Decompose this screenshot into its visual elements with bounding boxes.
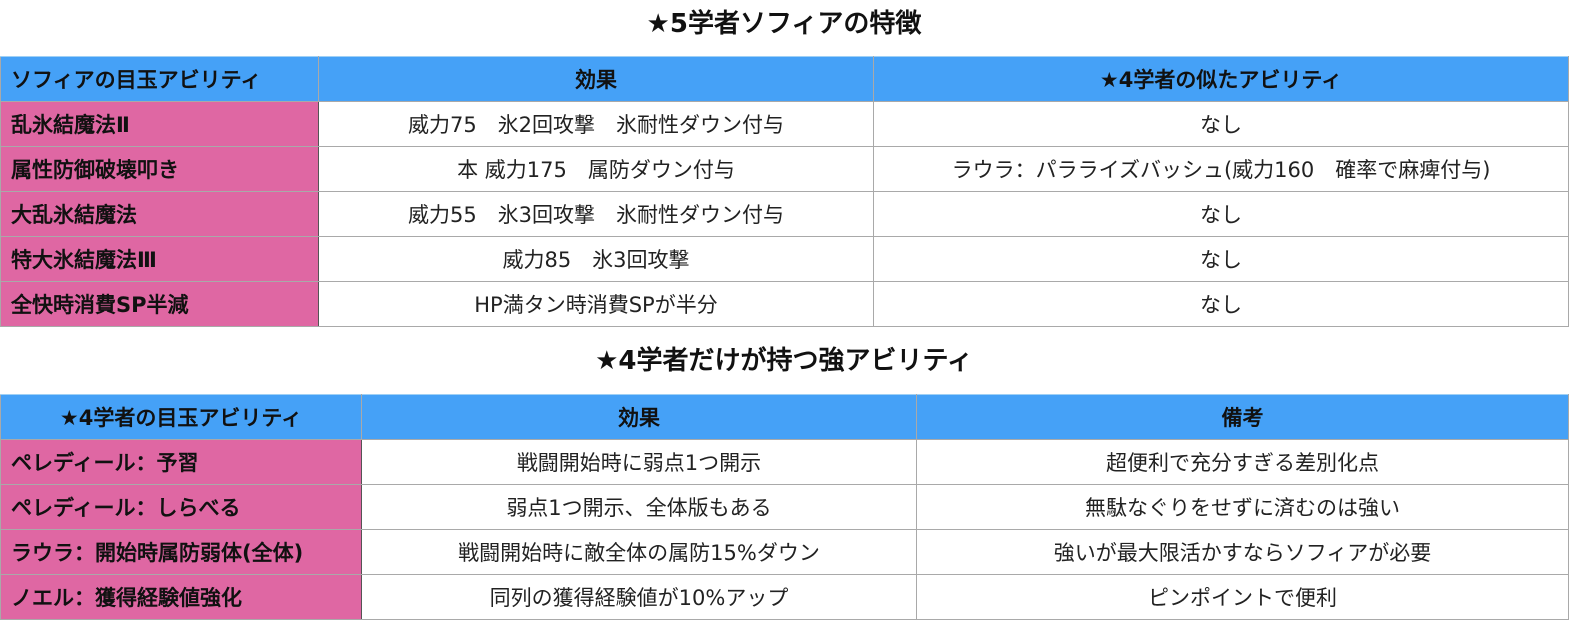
table-row: 大乱氷結魔法 威力55 氷3回攻撃 氷耐性ダウン付与 なし xyxy=(0,191,1569,237)
column-header-note: 備考 xyxy=(916,394,1569,440)
table-row: 特大氷結魔法Ⅲ 威力85 氷3回攻撃 なし xyxy=(0,236,1569,282)
ability-name: 全快時消費SP半減 xyxy=(0,281,319,327)
table-row: 属性防御破壊叩き 本 威力175 属防ダウン付与 ラウラ：パラライズバッシュ(威… xyxy=(0,146,1569,192)
table-header-row: ソフィアの目玉アビリティ 効果 ★4学者の似たアビリティ xyxy=(0,56,1569,102)
table-row: 全快時消費SP半減 HP満タン時消費SPが半分 なし xyxy=(0,281,1569,327)
ability-name: 属性防御破壊叩き xyxy=(0,146,319,192)
table-row: ペレディール：予習 戦闘開始時に弱点1つ開示 超便利で充分すぎる差別化点 xyxy=(0,439,1569,485)
column-header-ability: ソフィアの目玉アビリティ xyxy=(0,56,319,102)
ability-effect: 威力55 氷3回攻撃 氷耐性ダウン付与 xyxy=(318,191,874,237)
ability-name: 大乱氷結魔法 xyxy=(0,191,319,237)
similar-ability: なし xyxy=(873,101,1569,147)
ability-note: 超便利で充分すぎる差別化点 xyxy=(916,439,1569,485)
ability-effect: HP満タン時消費SPが半分 xyxy=(318,281,874,327)
column-header-effect: 効果 xyxy=(318,56,874,102)
section-title-sophia-features: ★5学者ソフィアの特徴 xyxy=(646,9,922,39)
ability-effect: 本 威力175 属防ダウン付与 xyxy=(318,146,874,192)
ability-effect: 弱点1つ開示、全体版もある xyxy=(361,484,917,530)
table-row: 乱氷結魔法Ⅱ 威力75 氷2回攻撃 氷耐性ダウン付与 なし xyxy=(0,101,1569,147)
similar-ability: なし xyxy=(873,191,1569,237)
similar-ability: なし xyxy=(873,281,1569,327)
star4-abilities-table: ★4学者の目玉アビリティ 効果 備考 ペレディール：予習 戦闘開始時に弱点1つ開… xyxy=(0,394,1569,620)
column-header-similar: ★4学者の似たアビリティ xyxy=(873,56,1569,102)
ability-note: 無駄なぐりをせずに済むのは強い xyxy=(916,484,1569,530)
sophia-abilities-table: ソフィアの目玉アビリティ 効果 ★4学者の似たアビリティ 乱氷結魔法Ⅱ 威力75… xyxy=(0,56,1569,327)
ability-note: ピンポイントで便利 xyxy=(916,574,1569,620)
similar-ability: なし xyxy=(873,236,1569,282)
ability-effect: 威力75 氷2回攻撃 氷耐性ダウン付与 xyxy=(318,101,874,147)
table-row: ラウラ：開始時属防弱体(全体) 戦闘開始時に敵全体の属防15%ダウン 強いが最大… xyxy=(0,529,1569,575)
ability-effect: 戦闘開始時に弱点1つ開示 xyxy=(361,439,917,485)
ability-name: ペレディール：予習 xyxy=(0,439,362,485)
ability-name: ノエル：獲得経験値強化 xyxy=(0,574,362,620)
column-header-effect: 効果 xyxy=(361,394,917,440)
section-title-star4-abilities: ★4学者だけが持つ強アビリティ xyxy=(595,346,973,376)
ability-effect: 同列の獲得経験値が10%アップ xyxy=(361,574,917,620)
table-row: ペレディール：しらべる 弱点1つ開示、全体版もある 無駄なぐりをせずに済むのは強… xyxy=(0,484,1569,530)
similar-ability: ラウラ：パラライズバッシュ(威力160 確率で麻痺付与) xyxy=(873,146,1569,192)
ability-name: ラウラ：開始時属防弱体(全体) xyxy=(0,529,362,575)
table-header-row: ★4学者の目玉アビリティ 効果 備考 xyxy=(0,394,1569,440)
ability-effect: 威力85 氷3回攻撃 xyxy=(318,236,874,282)
column-header-ability: ★4学者の目玉アビリティ xyxy=(0,394,362,440)
ability-note: 強いが最大限活かすならソフィアが必要 xyxy=(916,529,1569,575)
ability-name: 特大氷結魔法Ⅲ xyxy=(0,236,319,282)
ability-name: ペレディール：しらべる xyxy=(0,484,362,530)
ability-name: 乱氷結魔法Ⅱ xyxy=(0,101,319,147)
ability-effect: 戦闘開始時に敵全体の属防15%ダウン xyxy=(361,529,917,575)
table-row: ノエル：獲得経験値強化 同列の獲得経験値が10%アップ ピンポイントで便利 xyxy=(0,574,1569,620)
